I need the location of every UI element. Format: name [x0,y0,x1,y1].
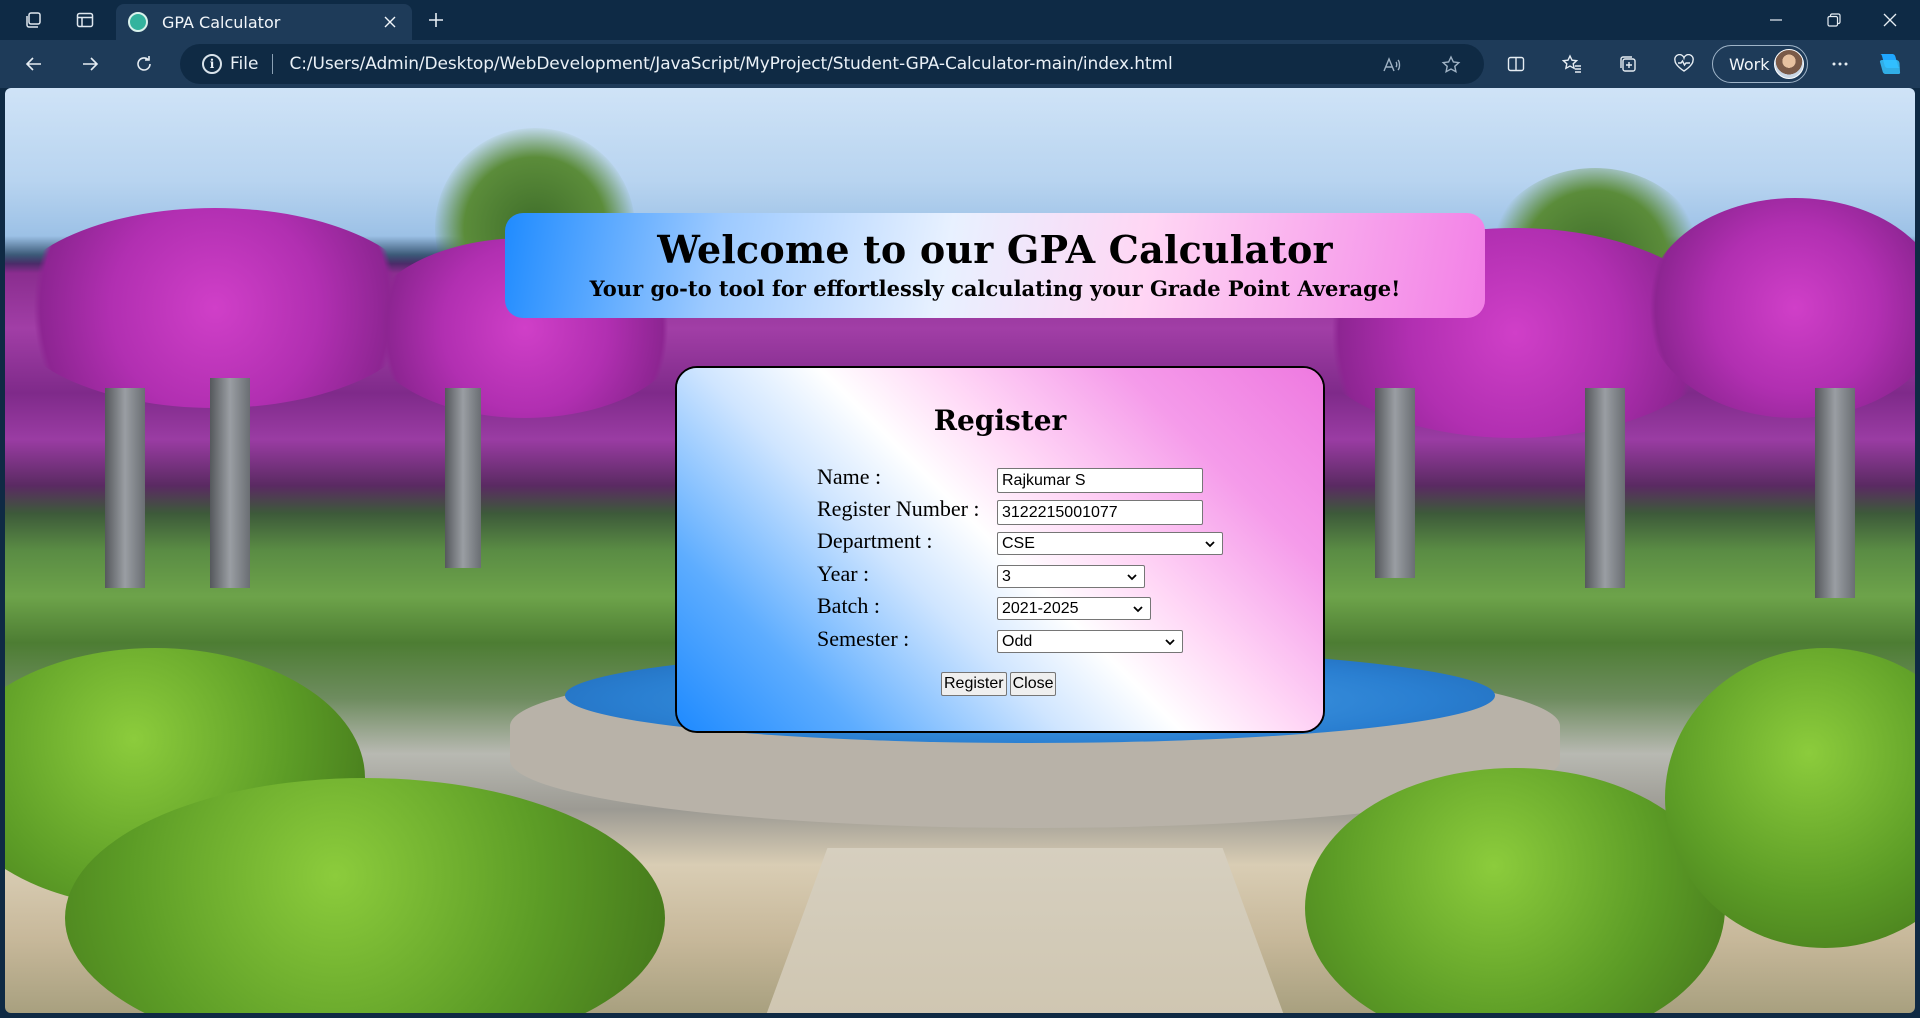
avatar [1774,49,1804,79]
name-label: Name : [817,464,882,489]
url-text[interactable]: C:/Users/Admin/Desktop/WebDevelopment/Ja… [289,54,1172,74]
profile-label: Work [1729,54,1770,74]
browser-toolbar: i File C:/Users/Admin/Desktop/WebDevelop… [0,40,1920,88]
profile-button[interactable]: Work [1712,45,1808,83]
forward-button[interactable] [70,44,110,84]
chevron-down-icon [1165,638,1175,645]
semester-row: Semester : Odd [817,626,1277,654]
background-pillar [210,378,250,588]
department-value: CSE [1002,534,1035,552]
register-card: Register Name : Rajkumar S Register Numb… [675,366,1325,733]
background-path [765,848,1285,1013]
minimize-icon [1770,19,1782,21]
batch-select[interactable]: 2021-2025 [997,597,1151,620]
close-icon[interactable] [380,12,400,32]
tab-title: GPA Calculator [162,12,281,32]
close-icon [1883,13,1897,27]
name-row: Name : Rajkumar S [817,464,1277,493]
background-pillar [1585,388,1625,588]
more-icon[interactable] [1820,44,1860,84]
chevron-down-icon [1133,605,1143,612]
favorites-icon[interactable] [1552,44,1592,84]
close-button[interactable]: Close [1009,672,1057,696]
register-number-row: Register Number : 3122215001077 [817,496,1277,525]
refresh-button[interactable] [124,44,164,84]
collections-icon[interactable] [1608,44,1648,84]
background-pillar [105,388,145,588]
favorite-star-icon[interactable] [1440,54,1462,76]
window-close-button[interactable] [1862,0,1918,40]
department-select[interactable]: CSE [997,532,1223,555]
semester-label: Semester : [817,626,910,651]
split-screen-icon[interactable] [1496,44,1536,84]
forward-icon [83,57,99,71]
browser-essentials-icon[interactable] [1664,44,1704,84]
address-bar[interactable]: i File C:/Users/Admin/Desktop/WebDevelop… [180,44,1484,84]
background-pillar [1815,388,1855,598]
name-input[interactable]: Rajkumar S [997,468,1203,493]
address-divider [272,54,274,74]
year-value: 3 [1002,567,1011,585]
back-button[interactable] [14,44,54,84]
tab-actions-icon[interactable] [62,0,108,40]
file-scheme-label: File [230,54,259,74]
read-aloud-icon[interactable] [1380,54,1402,76]
year-label: Year : [817,561,870,586]
year-select[interactable]: 3 [997,565,1145,588]
tab-gpa-calculator[interactable]: GPA Calculator [116,4,412,40]
semester-select[interactable]: Odd [997,630,1183,653]
background-pillar [1375,388,1415,578]
info-icon[interactable]: i [202,54,222,74]
chevron-down-icon [1127,573,1137,580]
batch-label: Batch : [817,593,880,618]
welcome-banner: Welcome to our GPA Calculator Your go-to… [505,213,1485,318]
copilot-icon[interactable] [1876,52,1904,76]
register-button[interactable]: Register [941,672,1007,696]
back-icon [25,57,41,71]
browser-titlebar: GPA Calculator [0,0,1920,40]
refresh-icon [137,56,151,71]
new-tab-button[interactable] [420,0,452,40]
register-number-label: Register Number : [817,496,980,521]
department-label: Department : [817,528,933,553]
semester-value: Odd [1002,632,1033,650]
department-row: Department : CSE [817,528,1277,556]
background-pillar [445,388,481,568]
minimize-button[interactable] [1748,0,1804,40]
calculator-favicon-icon [128,12,148,32]
batch-value: 2021-2025 [1002,599,1079,617]
batch-row: Batch : 2021-2025 [817,593,1277,621]
workspaces-icon[interactable] [10,0,56,40]
chevron-down-icon [1205,540,1215,547]
register-title: Register [933,404,1067,437]
year-row: Year : 3 [817,561,1277,589]
restore-icon [1827,13,1841,27]
page-title: Welcome to our GPA Calculator [657,227,1333,272]
form-actions: Register Close [941,672,1057,696]
plus-icon [429,13,443,27]
restore-button[interactable] [1806,0,1862,40]
register-number-input[interactable]: 3122215001077 [997,500,1203,525]
page-subtitle: Your go-to tool for effortlessly calcula… [589,276,1401,301]
